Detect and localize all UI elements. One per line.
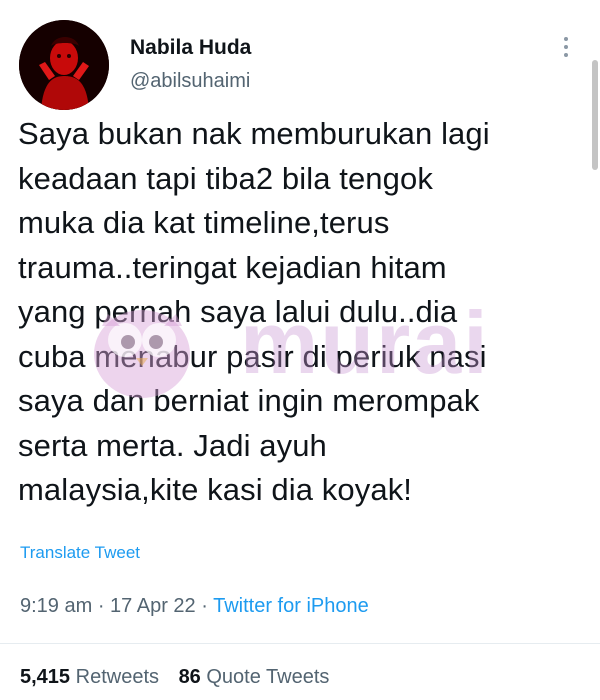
more-options-icon[interactable] — [556, 32, 576, 62]
meta-separator: · — [92, 595, 111, 617]
avatar-image — [19, 20, 109, 110]
retweets-count: 5,415 — [20, 666, 71, 688]
retweets-label: Retweets — [75, 666, 159, 688]
user-handle[interactable]: @abilsuhaimi — [130, 70, 250, 93]
retweets-stat[interactable]: 5,415 Retweets — [20, 666, 159, 688]
tweet-source-link[interactable]: Twitter for iPhone — [213, 595, 369, 617]
tweet-text: Saya bukan nak memburukan lagi keadaan t… — [18, 116, 490, 507]
scrollbar[interactable] — [592, 60, 598, 170]
quote-tweets-count: 86 — [178, 666, 201, 688]
more-dot — [564, 45, 568, 49]
tweet-card: Nabila Huda @abilsuhaimi Saya bukan nak … — [0, 0, 600, 700]
translate-tweet-link[interactable]: Translate Tweet — [20, 543, 140, 563]
tweet-time[interactable]: 9:19 am — [20, 595, 92, 617]
tweet-stats: 5,415 Retweets 86 Quote Tweets — [20, 666, 343, 689]
meta-separator: · — [195, 595, 214, 617]
avatar[interactable] — [19, 20, 109, 110]
divider — [0, 643, 600, 644]
quote-tweets-label: Quote Tweets — [206, 666, 330, 688]
display-name[interactable]: Nabila Huda — [130, 36, 251, 60]
more-dot — [564, 53, 568, 57]
tweet-date[interactable]: 17 Apr 22 — [110, 595, 196, 617]
tweet-meta: 9:19 am · 17 Apr 22 · Twitter for iPhone — [20, 595, 369, 618]
more-dot — [564, 37, 568, 41]
quote-tweets-stat[interactable]: 86 Quote Tweets — [179, 666, 330, 688]
